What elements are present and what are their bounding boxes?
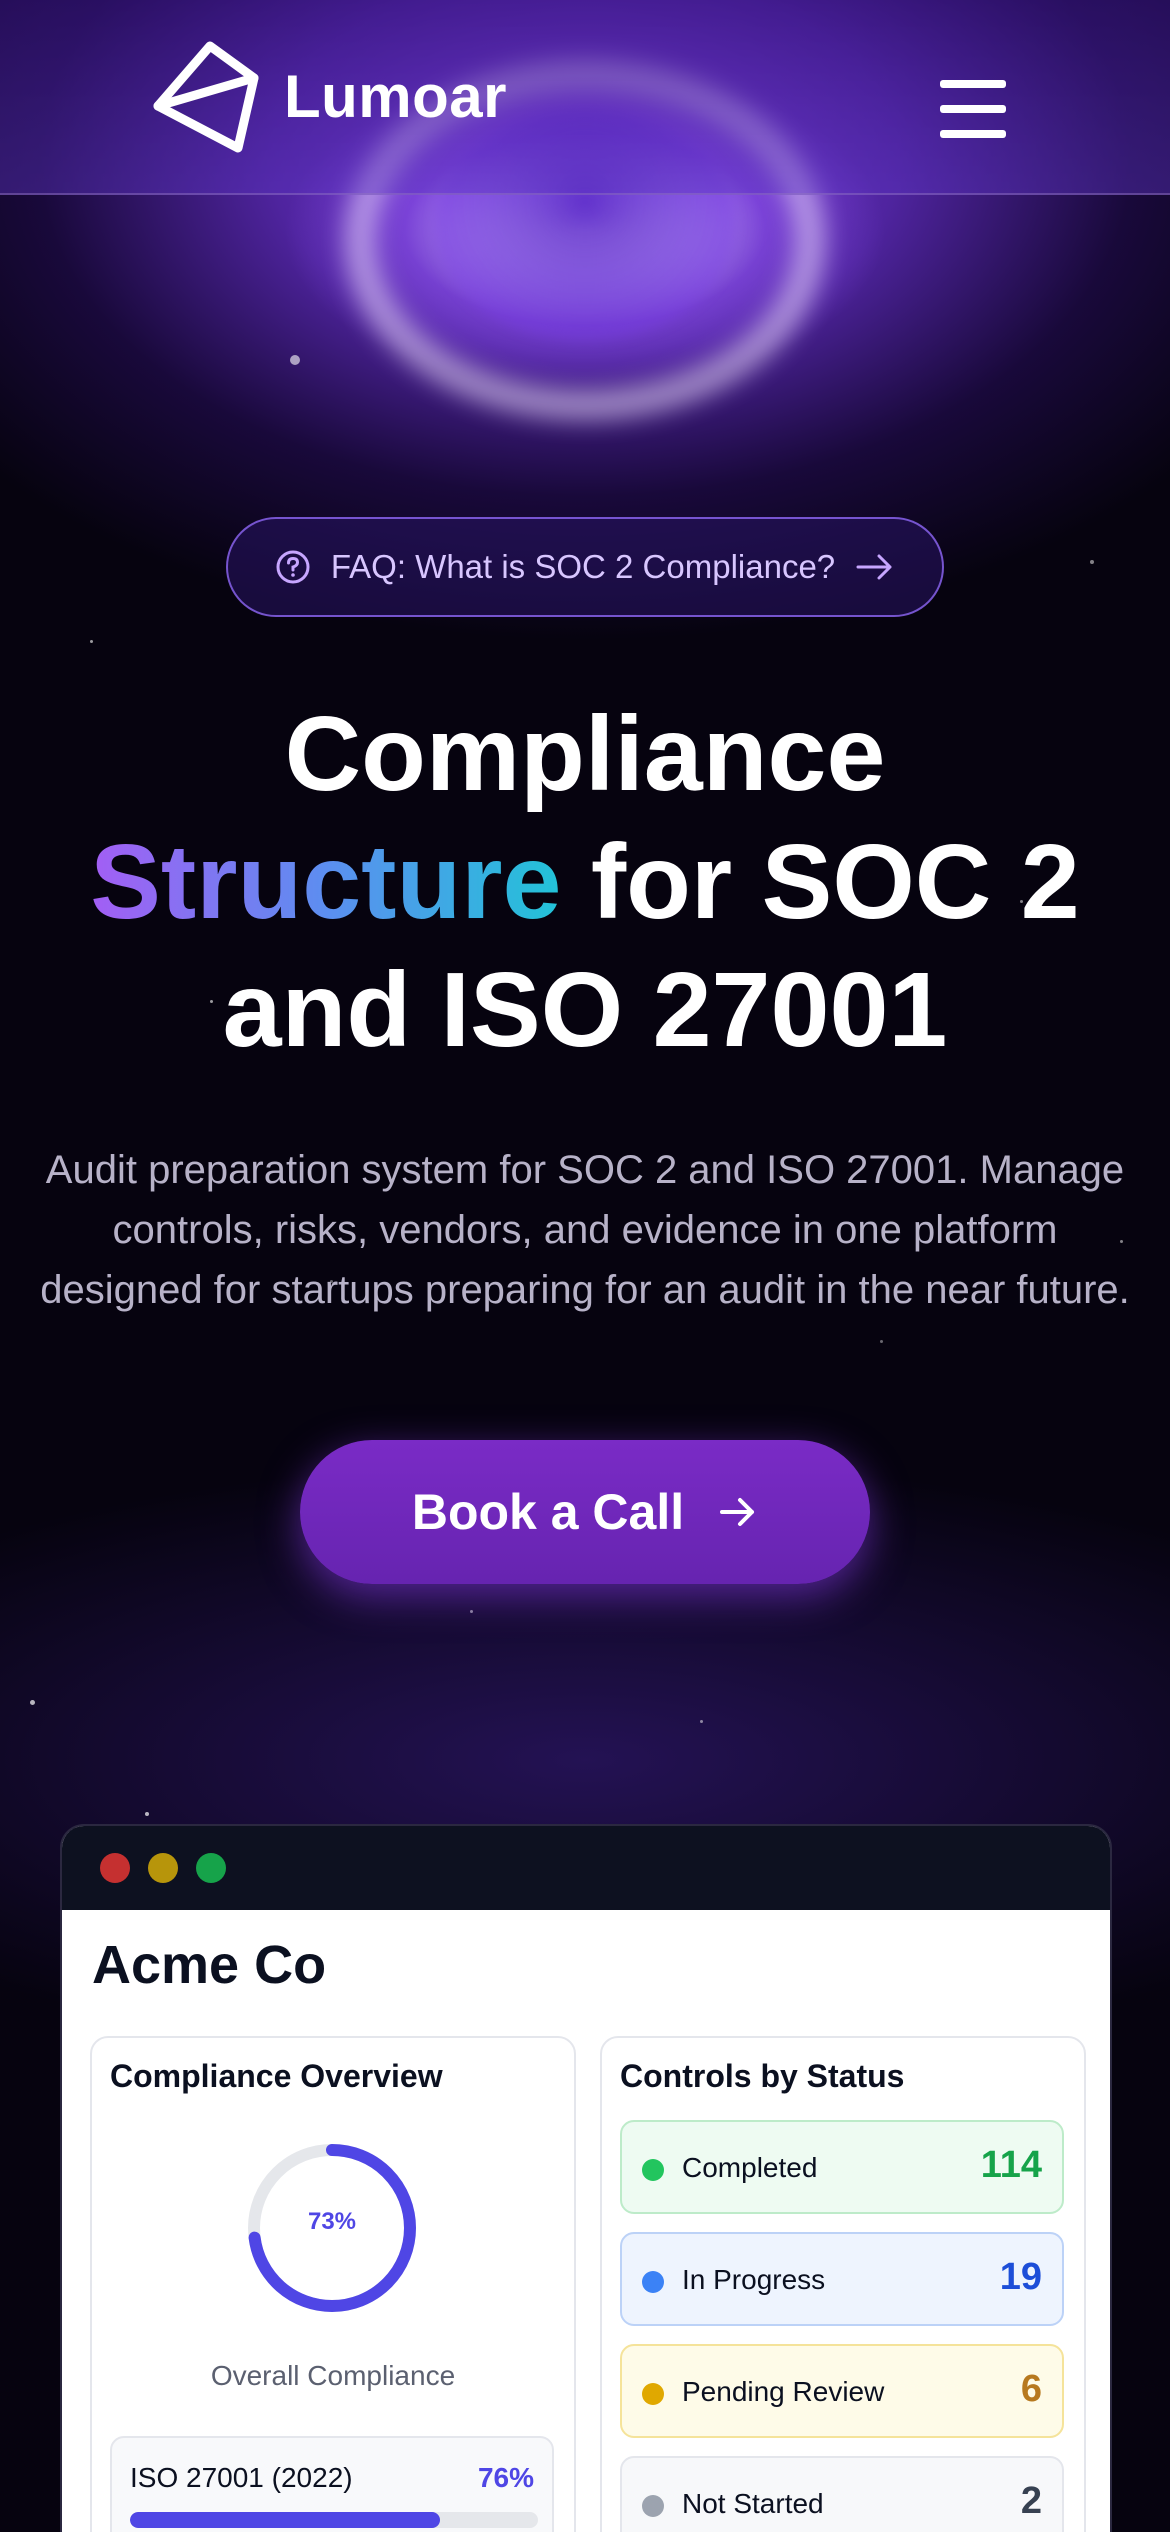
controls-by-status-card: Controls by Status Completed 114 In Prog… — [600, 2036, 1086, 2532]
status-label: In Progress — [682, 2264, 826, 2295]
status-count: 19 — [999, 2256, 1042, 2298]
star — [700, 1720, 703, 1723]
window-maximize-dot — [196, 1853, 226, 1883]
hero-subtitle: Audit preparation system for SOC 2 and I… — [40, 1148, 1130, 1312]
star — [30, 1700, 35, 1705]
status-dot — [642, 2271, 664, 2293]
overall-compliance-label: Overall Compliance — [210, 2360, 456, 2391]
status-not-started[interactable]: Not Started 2 — [620, 2456, 1064, 2532]
star — [145, 1812, 149, 1816]
headline-line-3: and ISO 27001 — [222, 951, 948, 1069]
company-name: Acme Co — [92, 1935, 327, 1995]
framework-row[interactable]: ISO 27001 (2022) 76% — [110, 2436, 554, 2532]
status-label: Completed — [682, 2152, 818, 2183]
compliance-overview-title: Compliance Overview — [110, 2058, 443, 2094]
status-pending-review[interactable]: Pending Review 6 — [620, 2344, 1064, 2438]
window-minimize-dot — [148, 1853, 178, 1883]
cta-label: Book a Call — [411, 1484, 685, 1540]
arrow-right-icon — [720, 1498, 755, 1526]
site-header: Lumoar — [0, 0, 1170, 195]
star — [90, 640, 93, 643]
framework-percent: 76% — [477, 2462, 534, 2493]
dashboard-preview-window: Acme Co Compliance Overview 73% Overall … — [60, 1824, 1112, 2532]
controls-by-status-title: Controls by Status — [620, 2058, 905, 2094]
faq-link[interactable]: FAQ: What is SOC 2 Compliance? — [226, 517, 944, 617]
status-label: Not Started — [682, 2488, 824, 2519]
star — [290, 355, 300, 365]
compliance-overview-card: Compliance Overview 73% Overall Complian… — [90, 2036, 576, 2532]
book-a-call-button[interactable]: Book a Call — [300, 1440, 870, 1584]
headline-highlight: Structure — [90, 823, 562, 941]
lumoar-logo-icon[interactable] — [150, 38, 260, 156]
star — [470, 1610, 473, 1613]
hero-headline: Compliance Structure for SOC 2 and ISO 2… — [40, 690, 1130, 1074]
window-close-dot — [100, 1853, 130, 1883]
status-completed[interactable]: Completed 114 — [620, 2120, 1064, 2214]
status-count: 2 — [1020, 2480, 1042, 2522]
status-count: 114 — [980, 2144, 1042, 2186]
status-dot — [642, 2383, 664, 2405]
status-dot — [642, 2159, 664, 2181]
headline-line-2: Structure for SOC 2 — [40, 818, 1130, 946]
status-dot — [642, 2495, 664, 2517]
status-label: Pending Review — [682, 2376, 885, 2407]
faq-label: FAQ: What is SOC 2 Compliance? — [330, 548, 836, 585]
headline-line-2-rest: for SOC 2 — [561, 823, 1080, 941]
status-count: 6 — [1020, 2368, 1042, 2410]
framework-progress-fill — [130, 2512, 441, 2528]
window-titlebar — [62, 1826, 1110, 1910]
overall-compliance-percent: 73% — [307, 2208, 357, 2235]
arrow-right-icon — [856, 554, 892, 580]
hamburger-menu-icon[interactable] — [940, 80, 1006, 138]
framework-name: ISO 27001 (2022) — [130, 2462, 353, 2493]
headline-line-1: Compliance — [284, 695, 886, 813]
star — [1090, 560, 1094, 564]
framework-progress-bar — [130, 2512, 538, 2528]
star — [880, 1340, 883, 1343]
brand-name[interactable]: Lumoar — [284, 62, 507, 131]
question-circle-icon — [276, 550, 310, 584]
status-in-progress[interactable]: In Progress 19 — [620, 2232, 1064, 2326]
